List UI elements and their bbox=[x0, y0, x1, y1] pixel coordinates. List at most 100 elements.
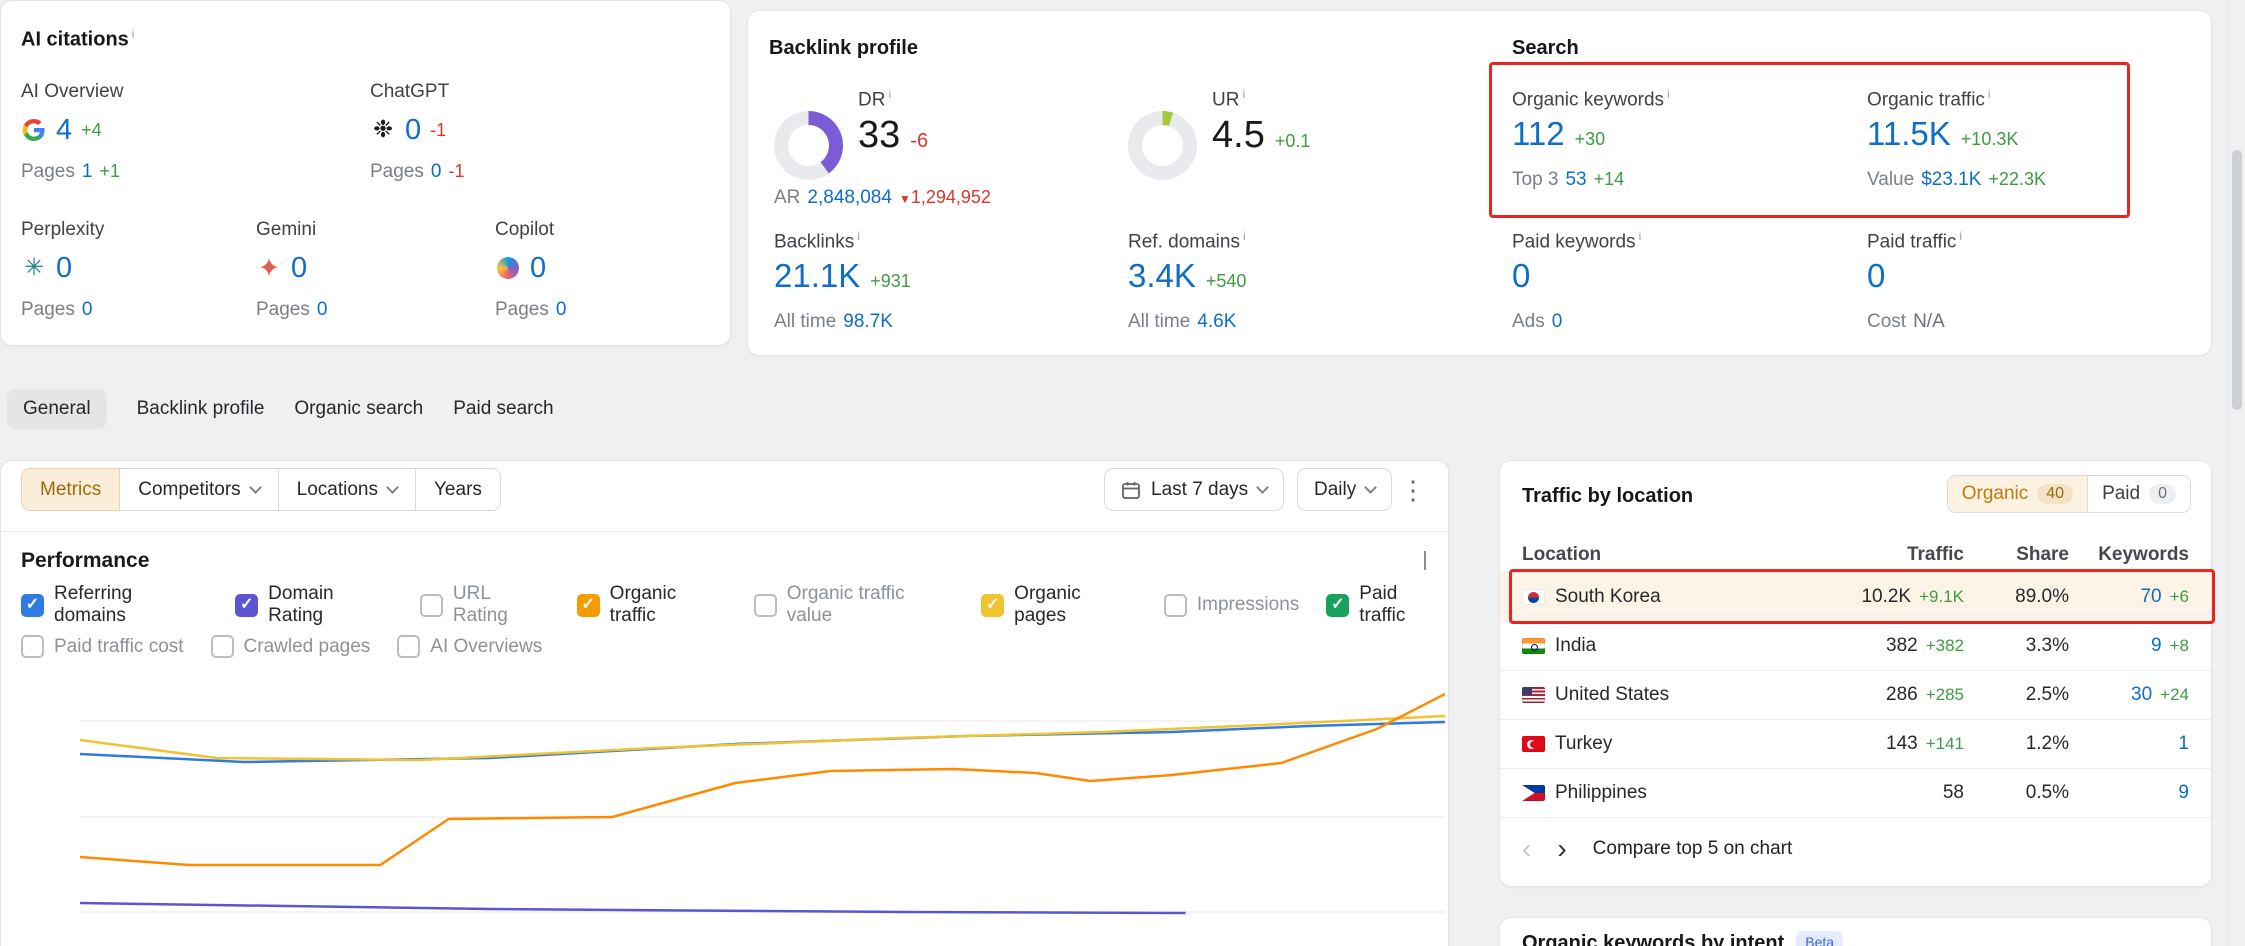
table-row-philippines[interactable]: Philippines 58 0.5% 9 bbox=[1500, 769, 2211, 818]
metric-checkbox-organic-traffic-value[interactable]: Organic traffic value bbox=[754, 583, 954, 627]
section-tabs: General Backlink profile Organic search … bbox=[7, 389, 554, 429]
table-row-turkey[interactable]: Turkey 143+141 1.2% 1 bbox=[1500, 720, 2211, 769]
table-row-india[interactable]: India 382+382 3.3% 9+8 bbox=[1500, 622, 2211, 671]
value-change: +22.3K bbox=[1988, 169, 2046, 190]
checkbox-icon: ✓ bbox=[235, 594, 258, 617]
ar-value[interactable]: 2,848,084 bbox=[807, 187, 892, 209]
prev-page-button[interactable]: ‹ bbox=[1522, 835, 1531, 863]
pages-value[interactable]: 0 bbox=[317, 299, 328, 321]
backlink-profile-title: Backlink profile bbox=[769, 37, 918, 60]
pages-label: Pages bbox=[370, 161, 424, 183]
pages-label: Pages bbox=[495, 299, 549, 321]
scrollbar-thumb[interactable] bbox=[2232, 150, 2242, 410]
flag-icon-united-states bbox=[1522, 687, 1545, 703]
ads-value[interactable]: 0 bbox=[1552, 311, 1563, 333]
metric-checkbox-domain-rating[interactable]: ✓ Domain Rating bbox=[235, 583, 393, 627]
ur-label: URi bbox=[1212, 87, 1245, 111]
flag-icon-philippines bbox=[1522, 785, 1545, 801]
chart-line-organic-pages bbox=[80, 716, 1445, 760]
tab-backlink-profile[interactable]: Backlink profile bbox=[137, 389, 265, 429]
performance-chart[interactable] bbox=[80, 674, 1445, 946]
alltime-value[interactable]: 4.6K bbox=[1197, 311, 1236, 333]
info-icon: i bbox=[888, 87, 891, 101]
metric-checkbox-paid-traffic-cost[interactable]: Paid traffic cost bbox=[21, 635, 184, 658]
table-row-south-korea[interactable]: South Korea 10.2K+9.1K 89.0% 70+6 bbox=[1500, 573, 2211, 622]
pages-label: Pages bbox=[21, 161, 75, 183]
compare-top5-link[interactable]: Compare top 5 on chart bbox=[1593, 838, 1793, 860]
metric-checkbox-organic-traffic[interactable]: ✓ Organic traffic bbox=[577, 583, 727, 627]
triangle-down-icon: ▼ bbox=[899, 192, 911, 206]
competitors-button[interactable]: Competitors bbox=[119, 468, 278, 511]
pages-value[interactable]: 0 bbox=[82, 299, 93, 321]
locations-button[interactable]: Locations bbox=[278, 468, 416, 511]
chart-line-referring-domains bbox=[80, 722, 1445, 762]
pages-value[interactable]: 1 bbox=[82, 161, 93, 183]
alltime-label: All time bbox=[1128, 311, 1190, 333]
organic-traffic-value[interactable]: 11.5K bbox=[1867, 115, 1951, 153]
alltime-label: All time bbox=[774, 311, 836, 333]
date-range-button[interactable]: Last 7 days bbox=[1104, 468, 1284, 511]
pages-value[interactable]: 0 bbox=[556, 299, 567, 321]
dr-donut-chart bbox=[774, 111, 843, 180]
info-icon: i bbox=[1959, 229, 1962, 243]
table-pagination: ‹ › Compare top 5 on chart bbox=[1500, 823, 2211, 875]
column-location: Location bbox=[1522, 544, 1794, 566]
chevron-down-icon bbox=[386, 481, 399, 494]
ai-citations-value[interactable]: 0 bbox=[530, 252, 546, 285]
top3-value[interactable]: 53 bbox=[1565, 169, 1586, 191]
toggle-paid[interactable]: Paid 0 bbox=[2087, 476, 2190, 512]
metric-checkbox-ai-overviews[interactable]: AI Overviews bbox=[397, 635, 542, 658]
info-icon: i bbox=[132, 27, 135, 41]
metrics-button[interactable]: Metrics bbox=[21, 468, 120, 511]
checkbox-icon bbox=[754, 594, 777, 617]
ai-item-ai-overview: AI Overview 4 +4 Pages 1 +1 bbox=[21, 81, 123, 183]
tab-paid-search[interactable]: Paid search bbox=[453, 389, 553, 429]
chevron-down-icon bbox=[1364, 481, 1377, 494]
cost-value: N/A bbox=[1913, 311, 1945, 333]
backlinks-value[interactable]: 21.1K bbox=[774, 257, 860, 295]
value-label: Value bbox=[1867, 169, 1914, 191]
years-button[interactable]: Years bbox=[415, 468, 501, 511]
granularity-button[interactable]: Daily bbox=[1297, 468, 1392, 511]
ref-domains-value[interactable]: 3.4K bbox=[1128, 257, 1196, 295]
pages-value[interactable]: 0 bbox=[431, 161, 442, 183]
divider bbox=[1, 531, 1448, 532]
metric-checkbox-crawled-pages[interactable]: Crawled pages bbox=[211, 635, 371, 658]
checkbox-icon: ✓ bbox=[981, 594, 1004, 617]
collapse-section-button[interactable] bbox=[1424, 551, 1426, 569]
organic-traffic-label: Organic traffici bbox=[1867, 87, 1991, 111]
ai-citations-value[interactable]: 0 bbox=[56, 252, 72, 285]
toggle-organic[interactable]: Organic 40 bbox=[1948, 476, 2087, 512]
top3-label: Top 3 bbox=[1512, 169, 1558, 191]
tab-organic-search[interactable]: Organic search bbox=[294, 389, 423, 429]
calendar-icon bbox=[1121, 480, 1141, 500]
metric-checkbox-referring-domains[interactable]: ✓ Referring domains bbox=[21, 583, 208, 627]
ar-label: AR bbox=[774, 187, 800, 209]
metric-checkbox-organic-pages[interactable]: ✓ Organic pages bbox=[981, 583, 1137, 627]
value-value[interactable]: $23.1K bbox=[1921, 169, 1981, 191]
table-row-united-states[interactable]: United States 286+285 2.5% 30+24 bbox=[1500, 671, 2211, 720]
ai-citations-change: -1 bbox=[430, 120, 446, 141]
keywords-by-intent-title: Organic keywords by intentBeta bbox=[1522, 932, 1843, 946]
metric-checkbox-impressions[interactable]: Impressions bbox=[1164, 594, 1299, 617]
next-page-button[interactable]: › bbox=[1557, 835, 1566, 863]
ai-source-name: Perplexity bbox=[21, 219, 104, 241]
more-options-button[interactable]: ⋮ bbox=[1393, 470, 1433, 510]
paid-traffic-value[interactable]: 0 bbox=[1867, 257, 1885, 295]
flag-icon-south-korea bbox=[1522, 589, 1545, 605]
metric-checkbox-url-rating[interactable]: URL Rating bbox=[420, 583, 550, 627]
ai-item-chatgpt: ChatGPT ❉ 0 -1 Pages 0 -1 bbox=[370, 81, 464, 183]
organic-keywords-value[interactable]: 112 bbox=[1512, 115, 1565, 153]
ai-citations-value[interactable]: 0 bbox=[405, 114, 421, 147]
info-icon: i bbox=[1243, 229, 1246, 243]
metric-checkbox-paid-traffic[interactable]: ✓ Paid traffic bbox=[1326, 583, 1448, 627]
chevron-down-icon bbox=[1256, 481, 1269, 494]
scrollbar-track[interactable] bbox=[2228, 0, 2245, 946]
paid-keywords-value[interactable]: 0 bbox=[1512, 257, 1530, 295]
tab-general[interactable]: General bbox=[7, 389, 107, 429]
metric-row-1: ✓ Referring domains ✓ Domain Rating URL … bbox=[21, 583, 1448, 627]
ai-citations-value[interactable]: 4 bbox=[56, 114, 72, 147]
ai-citations-value[interactable]: 0 bbox=[291, 252, 307, 285]
alltime-value[interactable]: 98.7K bbox=[843, 311, 893, 333]
metric-row-2: Paid traffic cost Crawled pages AI Overv… bbox=[21, 635, 542, 658]
